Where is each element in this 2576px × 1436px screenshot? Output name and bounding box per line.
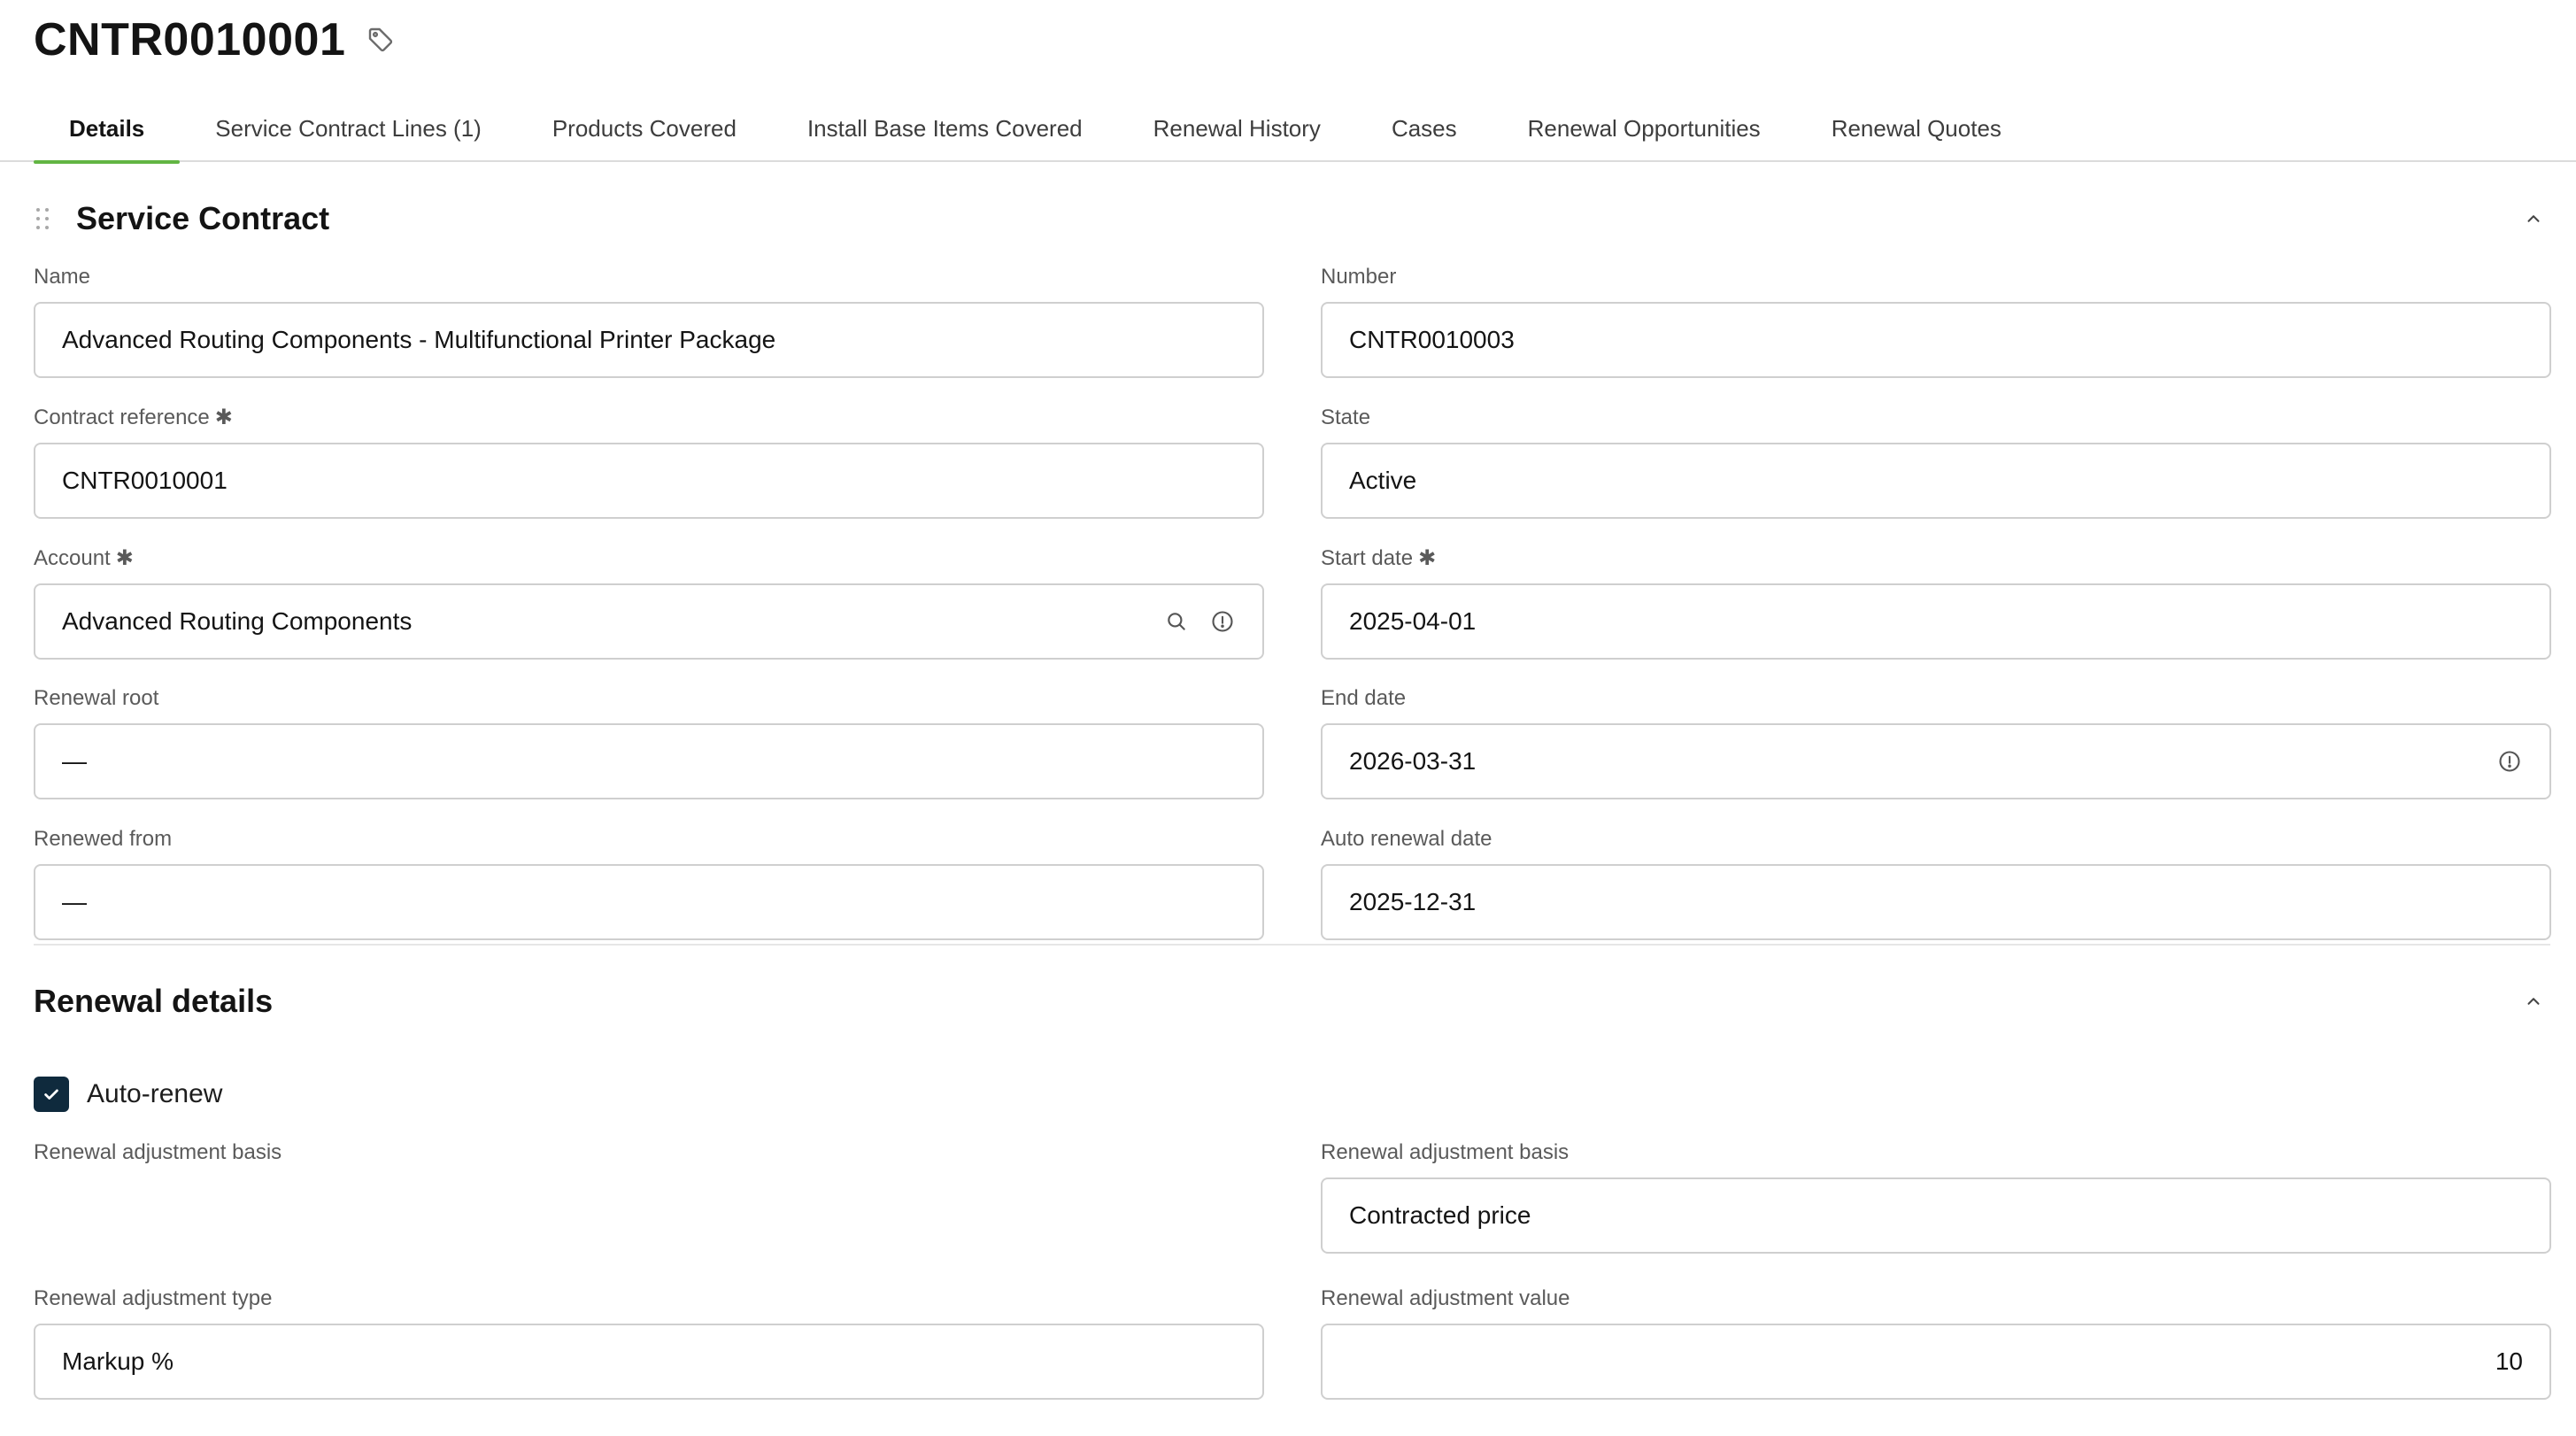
tab-details[interactable]: Details — [34, 96, 181, 164]
field-label: Auto renewal date — [1321, 827, 1492, 851]
checkbox-label: Auto-renew — [87, 1079, 223, 1108]
chevron-up-icon[interactable] — [2518, 985, 2549, 1017]
account-field: Account ✱ Advanced Routing Components — [34, 545, 1264, 660]
field-label: Renewal adjustment type — [34, 1286, 273, 1310]
renewal-adjustment-type-field: Renewal adjustment type Markup % — [34, 1285, 1264, 1400]
field-label: Name — [34, 265, 91, 289]
field-value: Contracted price — [1349, 1201, 1531, 1229]
tab-install-base-items-covered[interactable]: Install Base Items Covered — [772, 96, 1118, 162]
checkbox-checked[interactable] — [34, 1077, 69, 1112]
field-value: — — [62, 747, 87, 775]
renewed-from-input[interactable]: — — [34, 864, 1264, 940]
renewal-details-section-header: Renewal details — [34, 979, 2576, 1023]
end-date-field: End date 2026-03-31 — [1321, 685, 2551, 799]
tab-label: Renewal Opportunities — [1527, 115, 1761, 142]
field-value: Active — [1349, 467, 1417, 494]
field-label: End date — [1321, 686, 1407, 710]
auto-renewal-date-input[interactable]: 2025-12-31 — [1321, 864, 2551, 940]
contract-reference-field: Contract reference ✱ CNTR0010001 — [34, 405, 1264, 519]
field-value: Advanced Routing Components - Multifunct… — [62, 326, 776, 353]
tag-icon[interactable] — [365, 24, 397, 56]
renewed-from-field: Renewed from — — [34, 826, 1264, 940]
state-field: State Active — [1321, 405, 2551, 519]
search-icon[interactable] — [1163, 608, 1190, 635]
tab-renewal-quotes[interactable]: Renewal Quotes — [1796, 96, 2037, 162]
renewal-adjustment-value-input[interactable]: 10 — [1321, 1324, 2551, 1400]
field-label: Renewal adjustment basis — [1321, 1140, 1570, 1164]
start-date-field: Start date ✱ 2025-04-01 — [1321, 545, 2551, 660]
service-contract-section-header: Service Contract — [34, 197, 2576, 241]
info-icon[interactable] — [2496, 748, 2523, 775]
field-label-text: Account — [34, 546, 111, 570]
section-divider — [34, 944, 2550, 946]
tab-label: Service Contract Lines (1) — [215, 115, 482, 142]
field-value: 10 — [2495, 1347, 2523, 1375]
auto-renew-checkbox[interactable]: Auto-renew — [34, 1077, 222, 1112]
field-label: Start date ✱ — [1321, 545, 2551, 572]
field-value: CNTR0010003 — [1349, 326, 1515, 353]
end-date-input[interactable]: 2026-03-31 — [1321, 723, 2551, 799]
info-icon[interactable] — [1209, 608, 1236, 635]
check-icon — [44, 1089, 58, 1100]
tab-bar: Details Service Contract Lines (1) Produ… — [34, 96, 2576, 164]
state-input[interactable]: Active — [1321, 443, 2551, 519]
field-value: 2026-03-31 — [1349, 747, 1477, 775]
renewal-adjustment-type-input[interactable]: Markup % — [34, 1324, 1264, 1400]
record-header: CNTR0010001 — [34, 9, 397, 71]
required-asterisk: ✱ — [1418, 546, 1437, 570]
auto-renewal-date-field: Auto renewal date 2025-12-31 — [1321, 826, 2551, 940]
renewal-adjustment-basis-field: Renewal adjustment basis Contracted pric… — [1321, 1139, 2551, 1254]
tab-renewal-opportunities[interactable]: Renewal Opportunities — [1492, 96, 1796, 162]
section-title: Service Contract — [76, 200, 330, 236]
field-value: CNTR0010001 — [62, 467, 228, 494]
field-label: Renewed from — [34, 827, 173, 851]
drag-handle-icon[interactable] — [34, 206, 51, 231]
field-value: Markup % — [62, 1347, 174, 1375]
renewal-adjustment-basis-input[interactable]: Contracted price — [1321, 1177, 2551, 1254]
tab-label: Renewal History — [1153, 115, 1321, 142]
tab-label: Install Base Items Covered — [806, 115, 1083, 142]
start-date-input[interactable]: 2025-04-01 — [1321, 583, 2551, 660]
field-label: State — [1321, 405, 1371, 429]
input-icons — [1163, 608, 1236, 635]
name-input[interactable]: Advanced Routing Components - Multifunct… — [34, 302, 1264, 378]
field-label-text: Contract reference — [34, 405, 210, 429]
tab-label: Details — [69, 115, 145, 142]
field-label-text: Start date — [1321, 546, 1414, 570]
field-label: Renewal root — [34, 686, 159, 710]
tab-products-covered[interactable]: Products Covered — [517, 96, 772, 162]
name-field: Name Advanced Routing Components - Multi… — [34, 264, 1264, 378]
record-title: CNTR0010001 — [34, 14, 346, 66]
field-value: Advanced Routing Components — [62, 607, 413, 635]
tab-label: Renewal Quotes — [1831, 115, 2001, 142]
account-input[interactable]: Advanced Routing Components — [34, 583, 1264, 660]
renewal-adjustment-value-field: Renewal adjustment value 10 — [1321, 1285, 2551, 1400]
tab-label: Cases — [1391, 115, 1457, 142]
field-label: Account ✱ — [34, 545, 1264, 572]
renewal-adjustment-basis-left-field: Renewal adjustment basis — [34, 1139, 1264, 1166]
number-field: Number CNTR0010003 — [1321, 264, 2551, 378]
tab-cases[interactable]: Cases — [1356, 96, 1492, 162]
tab-service-contract-lines[interactable]: Service Contract Lines (1) — [180, 96, 517, 162]
contract-reference-input[interactable]: CNTR0010001 — [34, 443, 1264, 519]
field-value: 2025-12-31 — [1349, 888, 1477, 915]
number-input[interactable]: CNTR0010003 — [1321, 302, 2551, 378]
field-value: — — [62, 888, 87, 915]
field-label: Renewal adjustment basis — [34, 1140, 282, 1164]
required-asterisk: ✱ — [115, 546, 134, 570]
record-page: CNTR0010001 Details Service Contract Lin… — [0, 0, 2576, 1436]
field-label: Contract reference ✱ — [34, 405, 1264, 431]
required-asterisk: ✱ — [214, 405, 233, 429]
renewal-root-input[interactable]: — — [34, 723, 1264, 799]
field-label: Renewal adjustment value — [1321, 1286, 1570, 1310]
field-value: 2025-04-01 — [1349, 607, 1477, 635]
field-label: Number — [1321, 265, 1397, 289]
renewal-root-field: Renewal root — — [34, 685, 1264, 799]
section-title: Renewal details — [34, 983, 274, 1019]
chevron-up-icon[interactable] — [2518, 203, 2549, 235]
tab-label: Products Covered — [551, 115, 737, 142]
tab-renewal-history[interactable]: Renewal History — [1118, 96, 1356, 162]
